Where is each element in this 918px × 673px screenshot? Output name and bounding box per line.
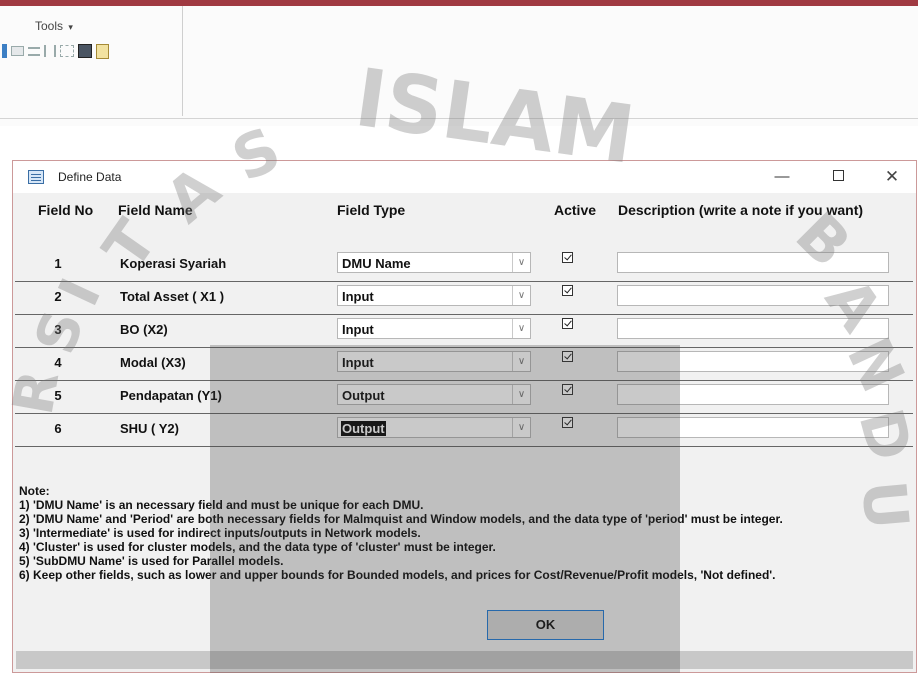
note-line: 1) 'DMU Name' is an necessary field and … xyxy=(19,498,424,512)
maximize-icon xyxy=(832,170,844,181)
row-1-description-input[interactable] xyxy=(617,252,889,273)
ok-button[interactable]: OK xyxy=(487,610,604,640)
row-4-no: 4 xyxy=(54,355,62,370)
row-2-name: Total Asset ( X1 ) xyxy=(120,289,225,304)
row-1-active-checkbox[interactable] xyxy=(562,252,573,263)
row-2-active-checkbox[interactable] xyxy=(562,285,573,296)
row-3-no: 3 xyxy=(54,322,62,337)
row-2-type-value: Input xyxy=(342,289,374,304)
document-icon[interactable] xyxy=(96,43,109,59)
row-3-type-select[interactable]: Input ∨ xyxy=(337,318,531,339)
row-5-name: Pendapatan (Y1) xyxy=(120,388,222,403)
horizontal-scrollbar[interactable] xyxy=(16,651,913,669)
ribbon-bottom-line xyxy=(0,118,918,119)
header-active: Active xyxy=(554,202,597,218)
minimize-button[interactable]: — xyxy=(765,165,799,189)
row-4-type-select[interactable]: Input ∨ xyxy=(337,351,531,372)
delete-rows-icon[interactable] xyxy=(28,46,40,56)
row-divider xyxy=(15,281,913,282)
close-button[interactable]: ✕ xyxy=(875,165,909,189)
row-1-no: 1 xyxy=(54,256,62,271)
maximize-button[interactable] xyxy=(821,165,855,189)
ribbon-separator xyxy=(182,6,183,116)
row-1-type-select[interactable]: DMU Name ∨ xyxy=(337,252,531,273)
row-6-active-checkbox[interactable] xyxy=(562,417,573,428)
note-line: 5) 'SubDMU Name' is used for Parallel mo… xyxy=(19,554,284,568)
row-5-type-value: Output xyxy=(342,388,385,403)
row-4-name: Modal (X3) xyxy=(120,355,186,370)
row-divider xyxy=(15,413,913,414)
minus-box-icon[interactable] xyxy=(11,46,24,56)
row-1-type-value: DMU Name xyxy=(342,256,411,271)
row-6-description-input[interactable] xyxy=(617,417,889,438)
chevron-down-icon: ▾ xyxy=(68,22,73,32)
note-line: 4) 'Cluster' is used for cluster models,… xyxy=(19,540,496,554)
note-line: 6) Keep other fields, such as lower and … xyxy=(19,568,776,582)
row-5-active-checkbox[interactable] xyxy=(562,384,573,395)
column-icon[interactable] xyxy=(44,45,56,57)
header-field-no: Field No xyxy=(38,202,94,218)
save-icon[interactable] xyxy=(78,44,92,58)
row-5-description-input[interactable] xyxy=(617,384,889,405)
chevron-down-icon[interactable]: ∨ xyxy=(512,418,530,437)
chevron-down-icon[interactable]: ∨ xyxy=(512,319,530,338)
row-4-type-value: Input xyxy=(342,355,374,370)
define-data-dialog: Define Data — ✕ Field No Field Name Fiel… xyxy=(12,160,917,673)
ribbon xyxy=(0,6,918,126)
row-divider xyxy=(15,446,913,447)
row-5-no: 5 xyxy=(54,388,62,403)
tools-menu-label: Tools xyxy=(35,19,64,33)
row-2-no: 2 xyxy=(54,289,62,304)
row-2-description-input[interactable] xyxy=(617,285,889,306)
toolbar xyxy=(2,41,109,61)
header-description: Description (write a note if you want) xyxy=(618,202,864,218)
dialog-title: Define Data xyxy=(58,170,122,184)
row-2-type-select[interactable]: Input ∨ xyxy=(337,285,531,306)
row-5-type-select[interactable]: Output ∨ xyxy=(337,384,531,405)
chevron-down-icon[interactable]: ∨ xyxy=(512,385,530,404)
row-3-description-input[interactable] xyxy=(617,318,889,339)
row-3-type-value: Input xyxy=(342,322,374,337)
row-6-no: 6 xyxy=(54,421,62,436)
arrow-icon[interactable] xyxy=(2,44,7,58)
notes: Note: 1) 'DMU Name' is an necessary fiel… xyxy=(19,484,783,582)
row-3-active-checkbox[interactable] xyxy=(562,318,573,329)
chevron-down-icon[interactable]: ∨ xyxy=(512,286,530,305)
select-box-icon[interactable] xyxy=(60,45,74,57)
row-3-name: BO (X2) xyxy=(120,322,168,337)
header-field-type: Field Type xyxy=(337,202,406,218)
row-6-name: SHU ( Y2) xyxy=(120,421,179,436)
row-1-name: Koperasi Syariah xyxy=(120,256,227,271)
header-field-name: Field Name xyxy=(118,202,193,218)
dialog-titlebar: Define Data — ✕ xyxy=(13,161,916,193)
note-line: 2) 'DMU Name' and 'Period' are both nece… xyxy=(19,512,783,526)
row-4-description-input[interactable] xyxy=(617,351,889,372)
tools-menu[interactable]: Tools ▾ xyxy=(35,19,73,33)
row-divider xyxy=(15,347,913,348)
note-heading: Note: xyxy=(19,484,50,498)
chevron-down-icon[interactable]: ∨ xyxy=(512,253,530,272)
table-icon xyxy=(28,170,44,184)
note-line: 3) 'Intermediate' is used for indirect i… xyxy=(19,526,421,540)
row-6-type-value: Output xyxy=(341,421,386,436)
chevron-down-icon[interactable]: ∨ xyxy=(512,352,530,371)
row-divider xyxy=(15,314,913,315)
row-4-active-checkbox[interactable] xyxy=(562,351,573,362)
row-6-type-select[interactable]: Output ∨ xyxy=(337,417,531,438)
row-divider xyxy=(15,380,913,381)
